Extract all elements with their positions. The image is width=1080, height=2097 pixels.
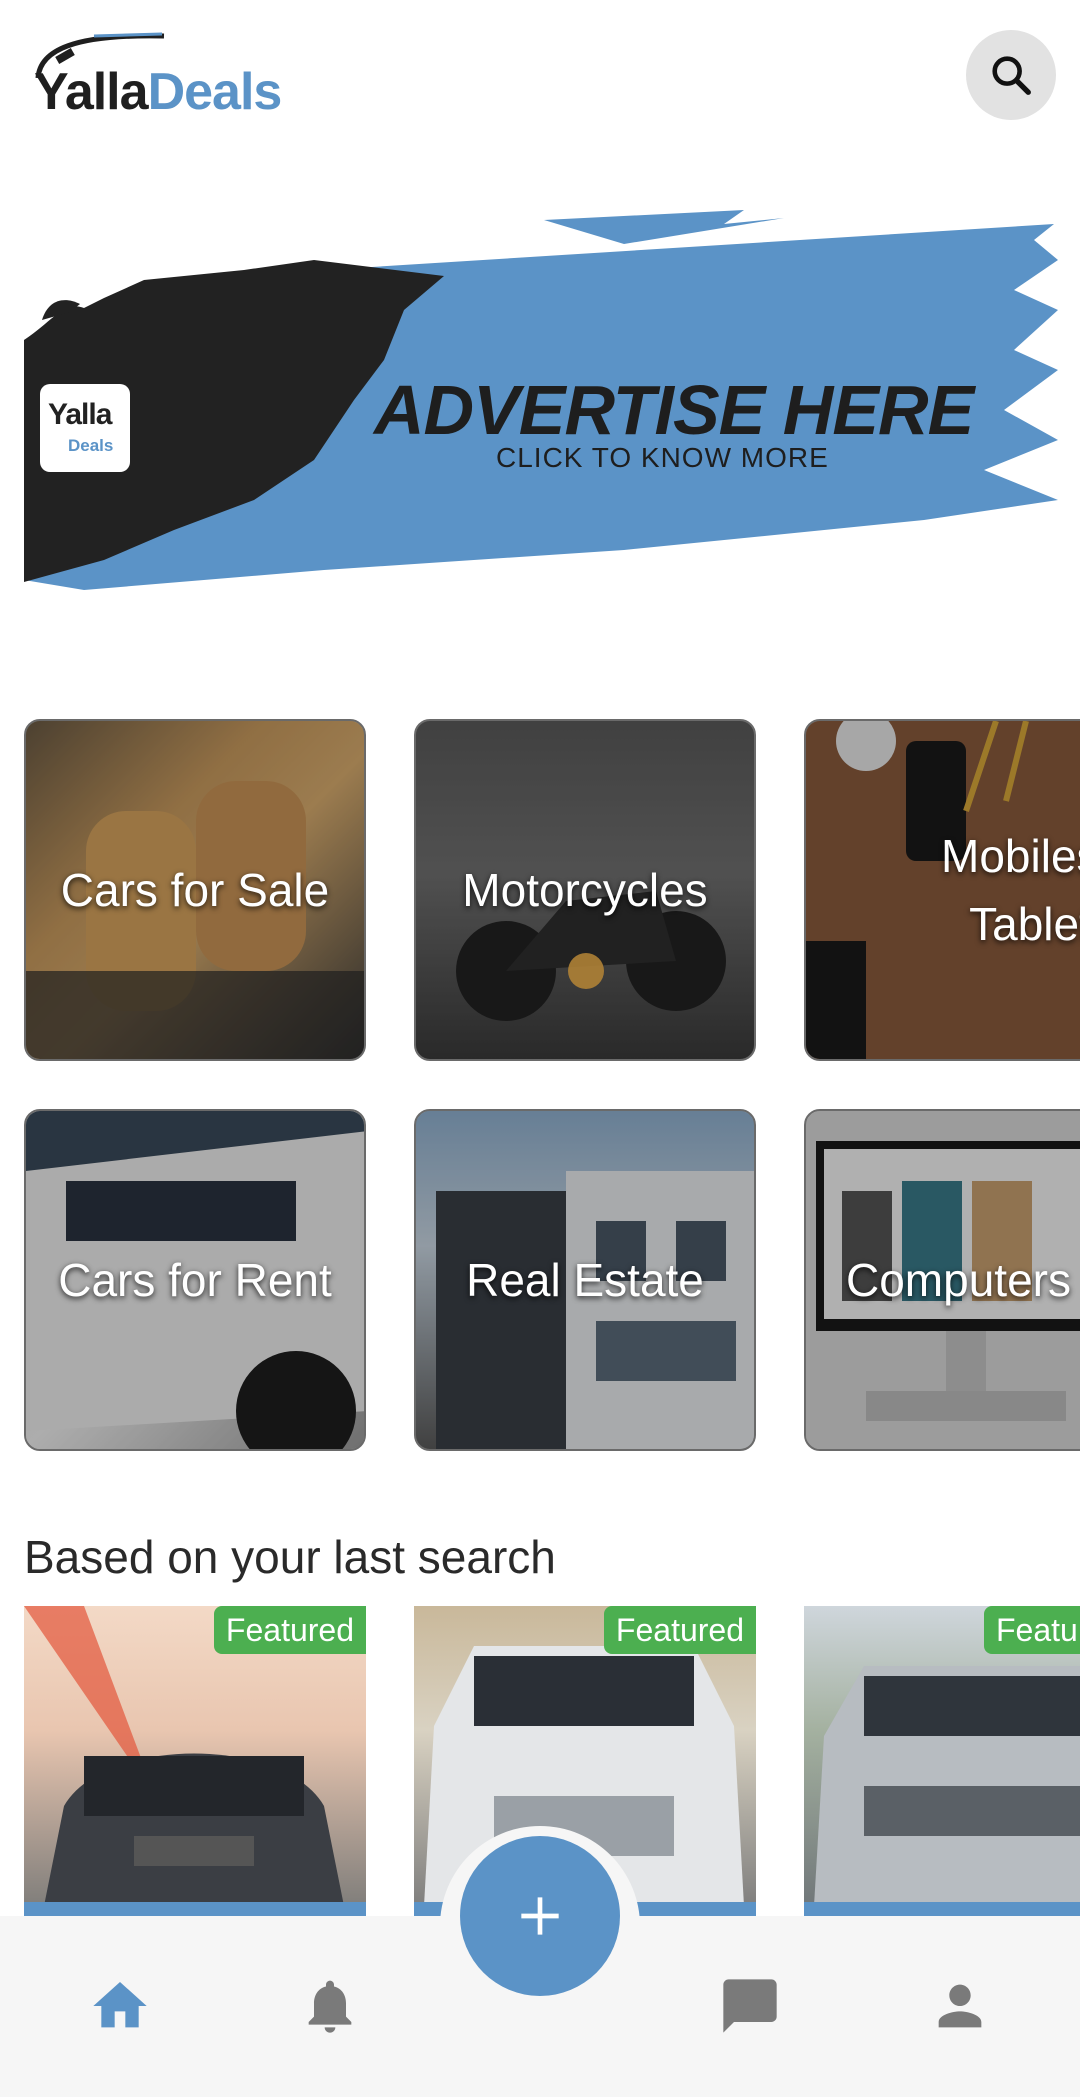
card-footer-bar (804, 1902, 1080, 1916)
nav-profile[interactable] (920, 1966, 1000, 2046)
featured-badge: Featured (603, 1606, 756, 1654)
advertise-banner[interactable]: Yalla Deals ADVERTISE HERE CLICK TO KNOW… (24, 200, 1058, 600)
search-button[interactable] (966, 30, 1056, 120)
add-listing-button[interactable] (460, 1836, 620, 1996)
nav-home[interactable] (80, 1966, 160, 2046)
logo-text-accent: Deals (147, 63, 283, 121)
logo-text-dark: Yalla (34, 63, 149, 121)
banner-logo-badge: Yalla Deals (40, 384, 130, 472)
category-tile-real-estate[interactable]: Real Estate (414, 1109, 756, 1451)
banner-subtitle: CLICK TO KNOW MORE (496, 442, 829, 473)
category-tile-motorcycles[interactable]: Motorcycles (414, 719, 756, 1061)
logo-text: YallaDeals (34, 62, 283, 122)
featured-badge: Featured (984, 1606, 1080, 1654)
home-screen: YallaDeals Yalla Deals ADVERTISE HERE CL… (0, 0, 1080, 2097)
category-label: Computers (846, 1254, 1071, 1306)
featured-badge: Featured (213, 1606, 366, 1654)
chat-icon (723, 1979, 777, 2033)
category-tile-cars-for-rent[interactable]: Cars for Rent (24, 1109, 366, 1451)
plus-icon (521, 1897, 559, 1935)
nav-notifications[interactable] (290, 1966, 370, 2046)
home-icon (93, 1982, 147, 2028)
search-icon (992, 56, 1031, 95)
featured-card[interactable]: Featured (24, 1606, 366, 1916)
category-label: Real Estate (466, 1254, 704, 1306)
category-tile-cars-for-sale[interactable]: Cars for Sale (24, 719, 366, 1061)
category-label: Cars for Sale (60, 864, 330, 916)
category-label: Motorcycles (462, 864, 708, 916)
section-title: Based on your last search (24, 1531, 556, 1583)
featured-card[interactable]: Featured (804, 1606, 1080, 1916)
badge-text-accent: Deals (68, 436, 114, 455)
category-tile-computers[interactable]: Computers (804, 1109, 1080, 1451)
category-tile-mobiles-tablets[interactable]: Mobiles & Tablets (804, 719, 1080, 1061)
banner-title: ADVERTISE HERE (374, 371, 974, 449)
app-logo: YallaDeals (34, 30, 294, 122)
bell-icon (308, 1980, 352, 2033)
category-label: Cars for Rent (58, 1254, 332, 1306)
nav-messages[interactable] (710, 1966, 790, 2046)
person-icon (938, 1984, 982, 2028)
app-header: YallaDeals (0, 0, 1080, 150)
badge-text-dark: Yalla (48, 398, 112, 431)
category-label: Mobiles & Tablets (941, 830, 1080, 950)
card-footer-bar (24, 1902, 366, 1916)
